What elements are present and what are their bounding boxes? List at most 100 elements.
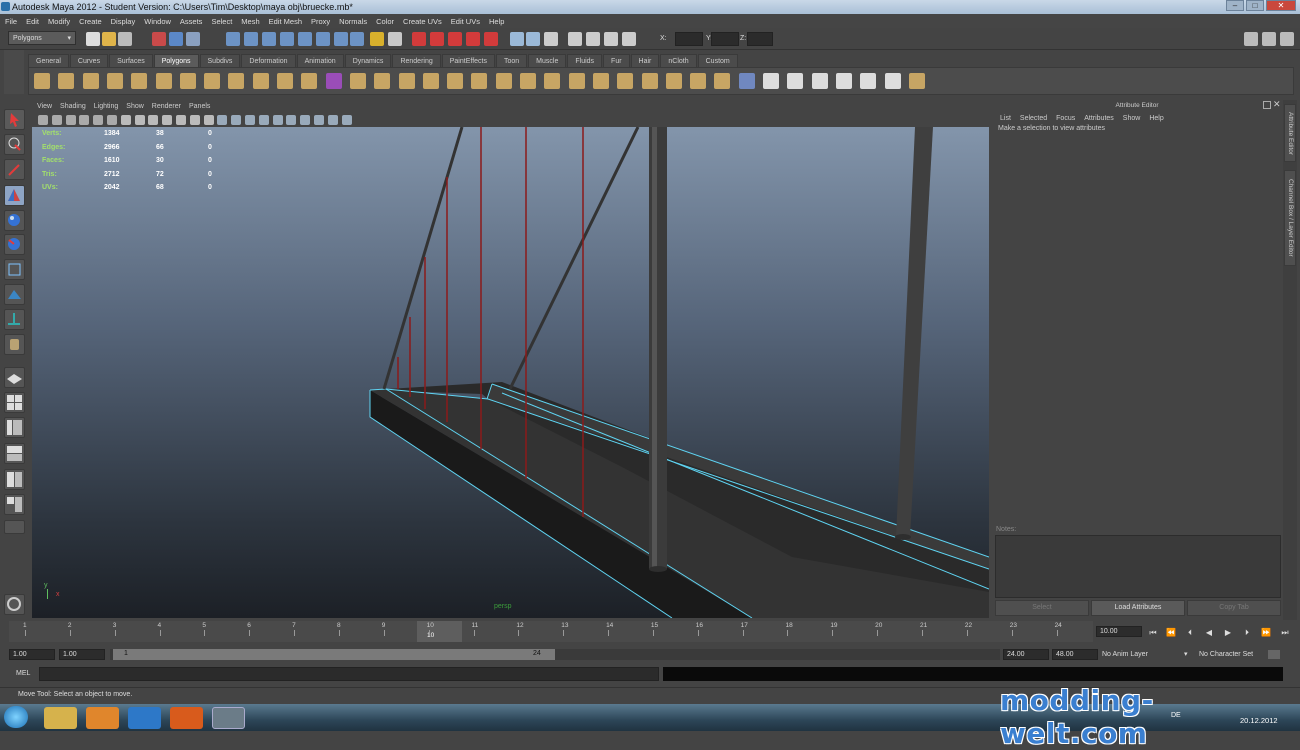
wireframe-on-shaded-icon[interactable] — [245, 115, 255, 125]
tab-surfaces[interactable]: Surfaces — [109, 54, 153, 67]
menu-item-modify[interactable]: Modify — [48, 17, 70, 26]
high-quality-icon[interactable] — [300, 115, 311, 125]
poly-plane-icon[interactable] — [131, 73, 148, 89]
poly-extrude-icon[interactable] — [568, 73, 585, 89]
poly-soccer-ball-icon[interactable] — [277, 73, 293, 89]
hypershade-icon[interactable] — [466, 32, 480, 46]
explorer-taskbar-icon[interactable] — [44, 707, 77, 729]
hypershade-persp-layout-icon[interactable] — [4, 469, 25, 490]
show-manipulator-icon[interactable] — [4, 309, 25, 330]
poly-helix-icon[interactable] — [252, 73, 269, 89]
copy-tab-button[interactable]: Copy Tab — [1187, 600, 1281, 616]
tab-hair[interactable]: Hair — [630, 54, 660, 67]
menu-item-assets[interactable]: Assets — [180, 17, 203, 26]
smooth-shade-icon[interactable] — [231, 115, 242, 125]
poly-platonic-icon[interactable] — [301, 73, 318, 89]
tab-subdivs[interactable]: Subdivs — [199, 54, 241, 67]
select-tool-icon[interactable] — [4, 109, 25, 130]
spherical-mapping-icon[interactable] — [811, 73, 828, 89]
persp-outliner-layout-icon[interactable] — [4, 417, 25, 438]
poly-insert-edge-loop-icon[interactable] — [641, 73, 658, 89]
mel-script-icon[interactable] — [4, 594, 25, 615]
character-set-select[interactable]: No Character Set — [1199, 651, 1253, 658]
ipr-render-icon[interactable] — [430, 32, 444, 46]
time-slider[interactable]: 10 1 2 3 4 5 6 7 8 9 10 11 12 13 14 15 16 17 18 19 20 21 22 23… — [9, 621, 1093, 642]
anim-prefs-icon[interactable] — [1268, 650, 1280, 659]
poly-cylinder-icon[interactable] — [82, 73, 99, 89]
grease-pencil-icon[interactable] — [107, 115, 117, 125]
lasso-tool-icon[interactable] — [4, 134, 25, 155]
select-camera-icon[interactable] — [38, 115, 48, 125]
snap-curve-icon[interactable] — [244, 32, 258, 46]
tab-curves[interactable]: Curves — [69, 54, 109, 67]
tab-muscle[interactable]: Muscle — [528, 54, 567, 67]
menu-item-display[interactable]: Display — [111, 17, 136, 26]
snap-live-icon[interactable] — [298, 32, 312, 46]
menu-item-proxy[interactable]: Proxy — [311, 17, 330, 26]
command-input[interactable] — [39, 667, 659, 681]
menu-item-mesh[interactable]: Mesh — [241, 17, 259, 26]
poly-separate-icon[interactable] — [349, 73, 366, 89]
automatic-mapping-icon[interactable] — [835, 73, 852, 89]
textured-icon[interactable] — [258, 115, 269, 125]
attr-menu-focus[interactable]: Focus — [1056, 115, 1075, 122]
poly-reduce-icon[interactable] — [495, 73, 512, 89]
poly-prism-icon[interactable] — [179, 73, 196, 89]
menu-item-create[interactable]: Create — [79, 17, 102, 26]
select-by-component-icon[interactable] — [186, 32, 200, 46]
firefox-taskbar-icon[interactable] — [170, 707, 203, 729]
end-time-field[interactable]: 48.00 — [1052, 649, 1098, 660]
poly-split-icon[interactable] — [617, 73, 634, 89]
step-back-frame-icon[interactable]: ⏴ — [1185, 628, 1195, 638]
media-player-taskbar-icon[interactable] — [86, 707, 119, 729]
start-button-icon[interactable] — [4, 706, 28, 728]
mode-selector[interactable]: Polygons ▾ — [8, 31, 76, 45]
play-forward-icon[interactable]: ▶ — [1223, 628, 1233, 638]
camera-icon[interactable] — [568, 32, 582, 46]
tab-animation[interactable]: Animation — [296, 54, 344, 67]
load-attributes-button[interactable]: Load Attributes — [1091, 600, 1185, 616]
open-scene-icon[interactable] — [102, 32, 116, 46]
camera-attributes-icon[interactable] — [51, 115, 62, 125]
menu-item-create-uvs[interactable]: Create UVs — [403, 17, 442, 26]
snap-point-icon[interactable] — [262, 32, 276, 46]
xray-icon[interactable] — [314, 115, 324, 125]
tab-painteffects[interactable]: PaintEffects — [441, 54, 495, 67]
rotate-tool-icon[interactable] — [4, 210, 25, 231]
z-input[interactable] — [747, 32, 773, 46]
viewport-menu-lighting[interactable]: Lighting — [94, 103, 119, 110]
tab-dynamics[interactable]: Dynamics — [344, 54, 392, 67]
play-backward-icon[interactable]: ◀ — [1204, 628, 1214, 638]
poly-pyramid-icon[interactable] — [204, 73, 221, 89]
select-by-hierarchy-icon[interactable] — [152, 32, 166, 46]
y-input[interactable] — [711, 32, 739, 46]
poly-bevel-icon[interactable] — [665, 73, 682, 89]
show-tool-settings-icon[interactable] — [1262, 32, 1276, 46]
show-attribute-editor-icon[interactable] — [1244, 32, 1258, 46]
render-frame-icon[interactable] — [412, 32, 426, 46]
poly-append-icon[interactable] — [592, 73, 609, 89]
poly-smooth-icon[interactable] — [422, 73, 439, 89]
field-chart-icon[interactable] — [176, 115, 186, 125]
show-channel-box-icon[interactable] — [1280, 32, 1294, 46]
poly-combine-icon[interactable] — [325, 73, 342, 89]
poly-mirror-icon[interactable] — [520, 73, 536, 89]
isolate-select-icon[interactable] — [341, 115, 352, 125]
menu-item-select[interactable]: Select — [211, 17, 232, 26]
outliner-graph-layout-icon[interactable] — [4, 494, 25, 515]
poly-fill-hole-icon[interactable] — [471, 73, 488, 89]
attr-menu-selected[interactable]: Selected — [1020, 115, 1047, 122]
soft-modification-icon[interactable] — [4, 284, 25, 305]
shadows-icon[interactable] — [286, 115, 297, 125]
tab-rendering[interactable]: Rendering — [392, 54, 441, 67]
snap-grid-icon[interactable] — [226, 32, 240, 46]
more-layouts-icon[interactable] — [4, 520, 25, 534]
cylindrical-mapping-icon[interactable] — [787, 73, 804, 89]
last-tool-icon[interactable] — [4, 334, 25, 355]
gate-mask-icon[interactable] — [162, 115, 173, 125]
menu-item-normals[interactable]: Normals — [339, 17, 367, 26]
attr-menu-list[interactable]: List — [1000, 115, 1011, 122]
poly-pipe-icon[interactable] — [228, 73, 245, 89]
poly-sphere-icon[interactable] — [34, 73, 50, 89]
history-icon[interactable] — [316, 32, 330, 46]
